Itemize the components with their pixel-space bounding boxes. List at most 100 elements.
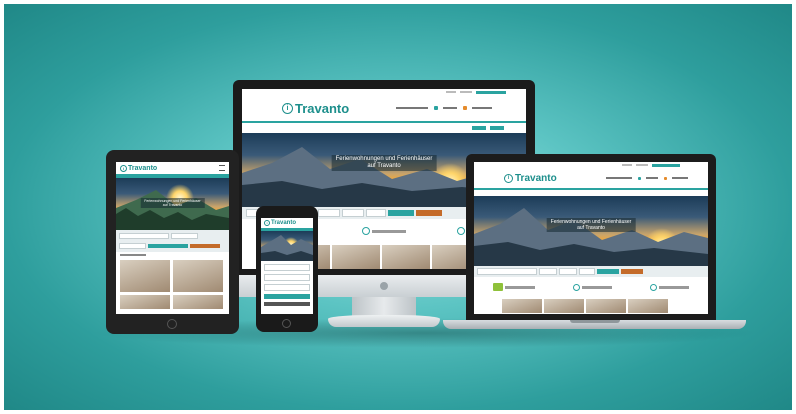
arrival-input[interactable]: [171, 233, 198, 239]
nav-item[interactable]: [606, 177, 632, 179]
search-button[interactable]: [388, 210, 414, 216]
util-cta[interactable]: [652, 163, 680, 167]
listing-card[interactable]: [628, 299, 668, 313]
search-button[interactable]: [597, 269, 619, 274]
listing-card[interactable]: [382, 245, 430, 269]
util-link[interactable]: [636, 164, 648, 166]
shield-icon: [573, 283, 580, 291]
header: i Travanto: [474, 168, 708, 188]
usp-item: [361, 227, 406, 235]
nav-item[interactable]: [396, 107, 428, 109]
map-search-button[interactable]: [190, 244, 220, 248]
brand-logo[interactable]: i Travanto: [264, 220, 296, 226]
destination-input[interactable]: [119, 233, 169, 239]
headline-line-1: Ferienwohnungen und Ferienhäuser: [335, 156, 433, 162]
home-button[interactable]: [282, 319, 291, 328]
nav-item[interactable]: [672, 177, 688, 179]
register-button[interactable]: [490, 126, 504, 130]
brand-name: Travanto: [271, 220, 297, 226]
destination-input[interactable]: [477, 268, 537, 275]
house-icon: [493, 283, 503, 291]
listing-card[interactable]: [544, 299, 584, 313]
arrival-input[interactable]: [539, 268, 557, 275]
header-rule: [474, 188, 708, 190]
home-button[interactable]: [167, 319, 177, 329]
listing-thumbnails: [474, 297, 708, 314]
destination-input[interactable]: [264, 264, 310, 271]
listing-grid: [116, 260, 229, 309]
phone-screen: i Travanto: [261, 218, 313, 314]
hero-headline: Ferienwohnungen und Ferienhäuser auf Tra…: [546, 218, 636, 232]
laptop-notch: [570, 320, 620, 323]
usp-item: [493, 283, 535, 291]
search-bar: [116, 230, 229, 252]
usp-text: [582, 285, 612, 289]
brand-logo[interactable]: i Travanto: [282, 101, 349, 116]
info-circle-icon: i: [504, 173, 513, 183]
main-nav: [606, 176, 688, 180]
header: i Travanto: [116, 162, 229, 174]
map-search-button[interactable]: [416, 210, 442, 216]
badge: [664, 176, 667, 180]
headline-line-2: auf Travanto: [367, 163, 401, 169]
main-nav: [396, 106, 492, 110]
search-bar: [474, 266, 708, 277]
shield-icon: [650, 283, 657, 291]
listing-card[interactable]: [120, 295, 170, 309]
guests-select[interactable]: [579, 268, 595, 275]
info-circle-icon: i: [120, 164, 127, 172]
listing-card[interactable]: [173, 260, 223, 292]
listing-card[interactable]: [173, 295, 223, 309]
search-form: [261, 261, 313, 309]
usp-row: [474, 277, 708, 297]
departure-input[interactable]: [559, 268, 577, 275]
hero-headline: Ferienwohnungen und Ferienhäuser auf Tra…: [140, 198, 205, 208]
guests-select[interactable]: [366, 209, 386, 217]
search-button[interactable]: [148, 244, 188, 248]
nav-item[interactable]: [472, 107, 492, 109]
shield-icon: [456, 227, 465, 235]
listing-card[interactable]: [502, 299, 542, 313]
nav-item[interactable]: [443, 107, 457, 109]
util-cta[interactable]: [476, 90, 506, 94]
apple-logo-icon: [380, 282, 388, 290]
info-circle-icon: i: [282, 102, 293, 114]
listing-card[interactable]: [586, 299, 626, 313]
map-search-button[interactable]: [621, 269, 643, 274]
usp-text: [371, 229, 406, 233]
map-search-button[interactable]: [264, 302, 310, 306]
listing-card[interactable]: [332, 245, 380, 269]
header: i Travanto: [242, 95, 526, 121]
headline-line-2: auf Travanto: [162, 203, 183, 207]
section-title: [120, 254, 146, 256]
menu-icon[interactable]: [219, 165, 225, 171]
badge: [434, 106, 438, 110]
brand-logo[interactable]: i Travanto: [504, 173, 557, 184]
login-button[interactable]: [472, 126, 486, 130]
arrival-input[interactable]: [318, 209, 340, 217]
badge: [638, 176, 641, 180]
hero-banner: [261, 231, 313, 261]
nav-item[interactable]: [646, 177, 658, 179]
mountains-graphic: [261, 235, 313, 261]
departure-input[interactable]: [264, 284, 310, 291]
hero-banner: Ferienwohnungen und Ferienhäuser auf Tra…: [116, 178, 229, 230]
usp-item: [650, 283, 689, 291]
util-link[interactable]: [460, 91, 472, 93]
brand-logo[interactable]: i Travanto: [120, 164, 158, 172]
laptop-screen: i Travanto Ferienwohnungen und Ferienhäu…: [474, 162, 708, 314]
usp-text: [505, 285, 535, 289]
headline-line-2: auf Travanto: [577, 225, 605, 231]
listing-card[interactable]: [120, 260, 170, 292]
search-button[interactable]: [264, 294, 310, 299]
usp-text: [659, 285, 689, 289]
departure-input[interactable]: [342, 209, 364, 217]
badge: [463, 106, 467, 110]
arrival-input[interactable]: [264, 274, 310, 281]
monitor-foot: [328, 315, 440, 327]
brand-name: Travanto: [128, 164, 158, 172]
hero-headline: Ferienwohnungen und Ferienhäuser auf Tra…: [331, 155, 437, 171]
util-link[interactable]: [446, 91, 456, 93]
departure-input[interactable]: [119, 243, 146, 249]
util-link[interactable]: [622, 164, 632, 166]
